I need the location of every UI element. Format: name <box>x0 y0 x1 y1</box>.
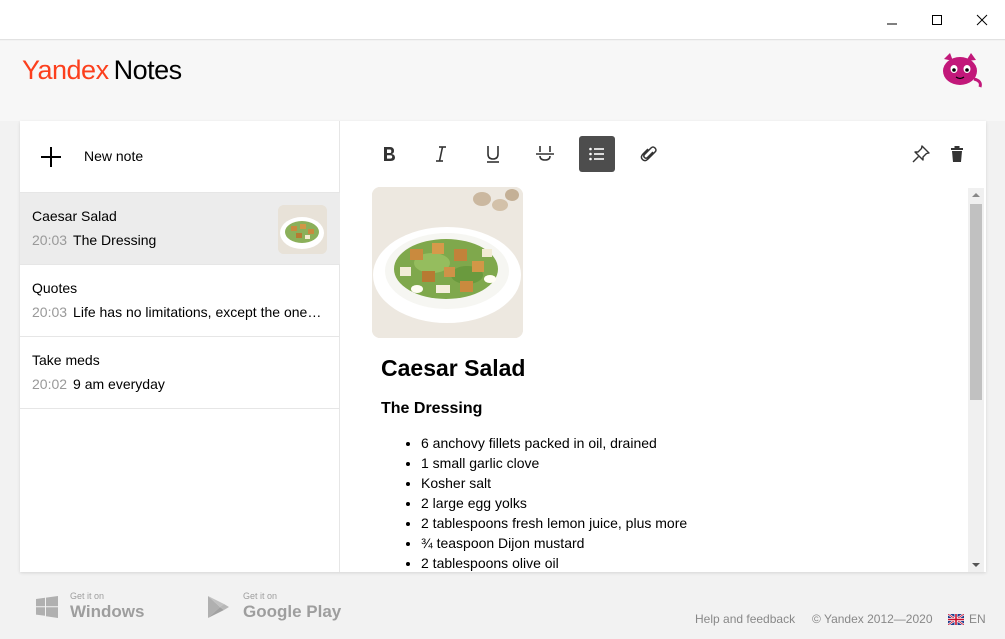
window-titlebar <box>0 0 1005 40</box>
note-content[interactable]: Caesar Salad The Dressing 6 anchovy fill… <box>341 187 971 572</box>
pin-button[interactable] <box>903 136 939 172</box>
logo-product: Notes <box>113 55 183 85</box>
scroll-up-button[interactable] <box>968 188 984 202</box>
note-thumbnail <box>278 205 327 254</box>
list-item: 2 tablespoons olive oil <box>421 553 687 572</box>
minimize-icon <box>887 23 897 25</box>
note-list-item[interactable]: Caesar Salad 20:03 The Dressing <box>20 193 340 265</box>
scrollbar-thumb[interactable] <box>970 204 982 400</box>
plus-icon <box>41 147 61 167</box>
google-play-icon <box>208 596 229 618</box>
editor-scrollbar[interactable] <box>968 188 984 572</box>
note-time: 20:03 <box>32 232 68 248</box>
strikethrough-icon <box>536 146 554 161</box>
note-title: Caesar Salad <box>32 208 117 224</box>
windows-logo-icon <box>36 596 58 618</box>
trash-icon <box>951 146 963 162</box>
notes-panel: New note Caesar Salad 20:03 The Dressing <box>20 121 986 572</box>
note-title: Quotes <box>32 280 78 296</box>
copyright-text: © Yandex 2012—2020 <box>812 612 933 626</box>
windows-store-badge[interactable]: Get it on Windows <box>36 589 166 623</box>
ingredients-list: 6 anchovy fillets packed in oil, drained… <box>421 433 687 572</box>
minimize-button[interactable] <box>869 0 915 40</box>
note-preview-line: 20:03 Life has no limitations, except the… <box>32 304 328 320</box>
list-item: 1 small garlic clove <box>421 453 687 473</box>
document-title: Caesar Salad <box>381 355 526 381</box>
note-editor: Caesar Salad The Dressing 6 anchovy fill… <box>341 121 986 572</box>
maximize-button[interactable] <box>914 0 960 40</box>
format-toolbar <box>341 121 986 187</box>
document-subheading: The Dressing <box>381 400 483 417</box>
windows-badge-caption: Get it on <box>70 591 105 601</box>
note-list-item[interactable]: Quotes 20:03 Life has no limitations, exc… <box>20 265 340 337</box>
note-image[interactable] <box>372 187 523 338</box>
bold-icon <box>384 147 395 161</box>
maximize-icon <box>932 15 942 25</box>
attach-icon <box>640 146 657 162</box>
scroll-up-arrow-icon <box>972 193 980 197</box>
note-preview: Life has no limitations, except the ones… <box>73 304 328 320</box>
note-preview-line: 20:02 9 am everyday <box>32 376 328 392</box>
list-item: ¾ teaspoon Dijon mustard <box>421 533 687 553</box>
scroll-down-arrow-icon <box>972 563 980 567</box>
google-play-badge[interactable]: Get it on Google Play <box>206 589 356 623</box>
italic-button[interactable] <box>423 136 459 172</box>
note-preview: The Dressing <box>73 232 157 248</box>
language-selector[interactable]: EN <box>969 612 986 626</box>
bold-button[interactable] <box>371 136 407 172</box>
app-footer: Get it on Windows Get it on Google Play … <box>0 572 1005 639</box>
strikethrough-button[interactable] <box>527 136 563 172</box>
new-note-button[interactable]: New note <box>20 121 340 193</box>
note-time: 20:03 <box>32 304 68 320</box>
list-item: 2 large egg yolks <box>421 493 687 513</box>
close-icon <box>976 14 988 26</box>
windows-badge-title: Windows <box>70 602 145 621</box>
note-list-item[interactable]: Take meds 20:02 9 am everyday <box>20 337 340 409</box>
underline-icon <box>487 146 499 163</box>
new-note-label: New note <box>84 148 144 164</box>
note-title: Take meds <box>32 352 100 368</box>
delete-button[interactable] <box>939 136 975 172</box>
list-item: 6 anchovy fillets packed in oil, drained <box>421 433 687 453</box>
note-time: 20:02 <box>32 376 68 392</box>
list-item: 2 tablespoons fresh lemon juice, plus mo… <box>421 513 687 533</box>
uk-flag-icon[interactable] <box>948 614 964 625</box>
bulleted-list-button[interactable] <box>579 136 615 172</box>
underline-button[interactable] <box>475 136 511 172</box>
notes-sidebar: New note Caesar Salad 20:03 The Dressing <box>20 121 340 572</box>
note-preview: 9 am everyday <box>73 376 165 392</box>
cat-avatar-icon[interactable] <box>938 51 984 89</box>
bulleted-list-icon <box>589 147 604 161</box>
close-button[interactable] <box>959 0 1005 40</box>
scroll-down-button[interactable] <box>968 558 984 572</box>
logo-brand: Yandex <box>22 55 109 85</box>
attach-button[interactable] <box>631 136 667 172</box>
google-play-badge-title: Google Play <box>243 602 342 621</box>
help-feedback-link[interactable]: Help and feedback <box>695 612 795 626</box>
app-logo[interactable]: Yandex Notes <box>22 55 182 85</box>
google-play-badge-caption: Get it on <box>243 591 278 601</box>
app-header: Yandex Notes <box>0 41 1005 121</box>
list-item: Kosher salt <box>421 473 687 493</box>
pin-icon <box>912 145 930 163</box>
italic-icon <box>436 146 446 162</box>
